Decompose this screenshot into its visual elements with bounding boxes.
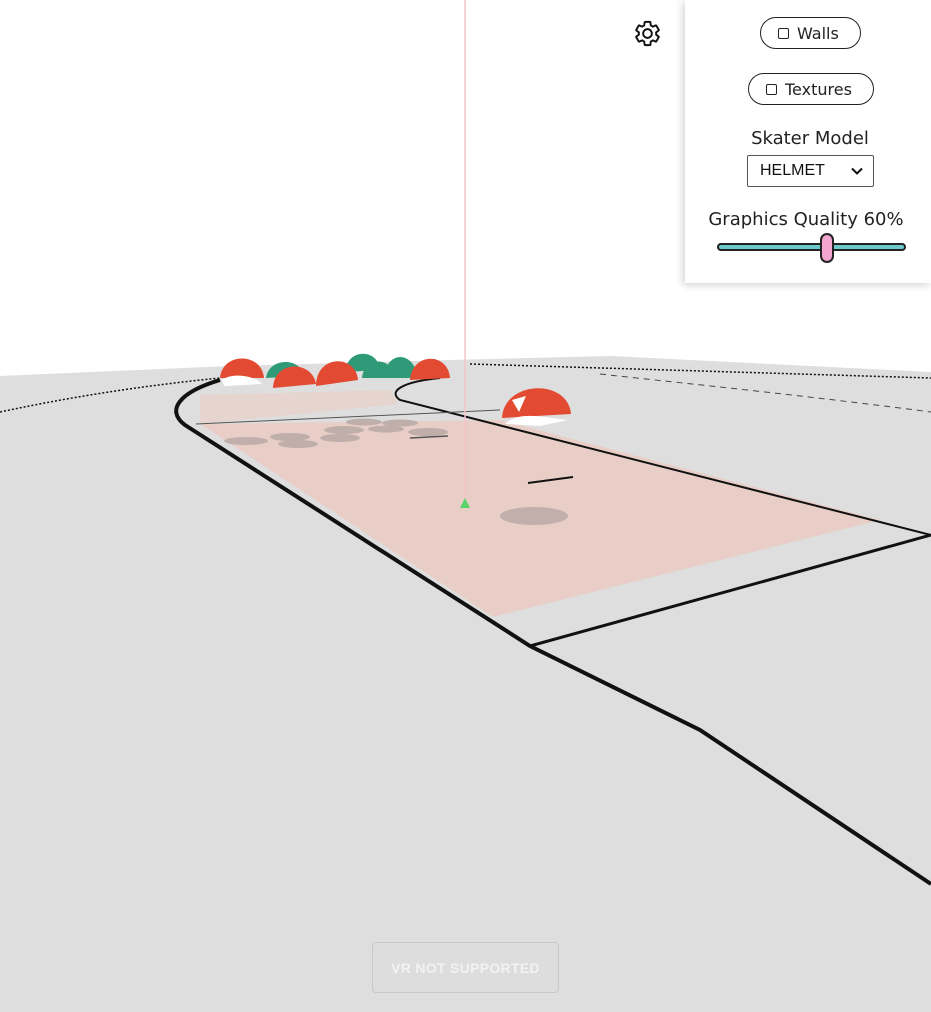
skater-model-label: Skater Model — [751, 128, 869, 149]
skater-model-value: HELMET — [760, 162, 825, 179]
textures-toggle-button[interactable]: Textures — [748, 73, 874, 105]
vr-button[interactable]: VR NOT SUPPORTED — [372, 942, 559, 993]
textures-label: Textures — [785, 79, 852, 99]
graphics-quality-label: Graphics Quality 60% — [708, 209, 904, 230]
settings-panel: Walls Textures Skater Model HELMET Graph… — [685, 0, 931, 283]
textures-checkbox[interactable] — [766, 83, 777, 95]
gear-icon[interactable] — [633, 19, 662, 48]
graphics-quality-slider-thumb[interactable] — [819, 233, 834, 263]
walls-label: Walls — [797, 23, 839, 43]
walls-checkbox[interactable] — [778, 27, 789, 39]
chevron-down-icon — [851, 167, 863, 175]
graphics-quality-slider[interactable] — [717, 243, 906, 251]
skater-model-select[interactable]: HELMET — [747, 155, 874, 187]
walls-toggle-button[interactable]: Walls — [760, 17, 861, 49]
